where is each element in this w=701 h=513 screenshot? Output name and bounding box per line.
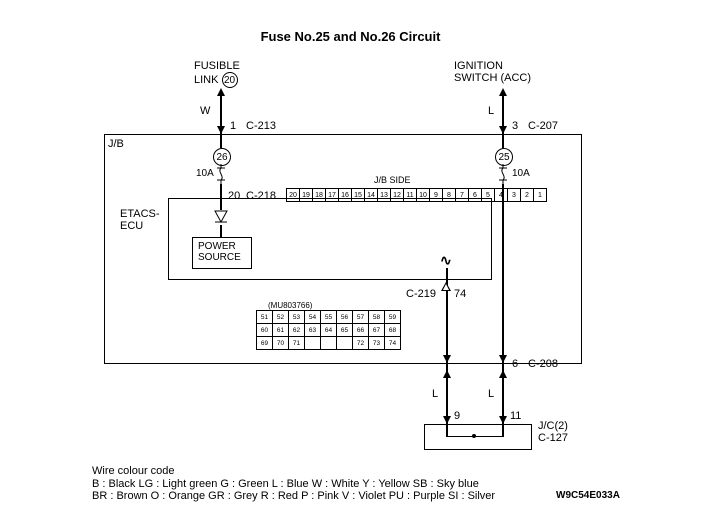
c207-pin: 3 bbox=[512, 120, 518, 132]
connector-pin: 53 bbox=[289, 311, 305, 324]
jb-side-label: J/B SIDE bbox=[374, 176, 411, 186]
connector-pin: 52 bbox=[273, 311, 289, 324]
wire-segment bbox=[220, 198, 222, 210]
c208-pin: 6 bbox=[512, 358, 518, 370]
arrow-up-icon bbox=[217, 88, 225, 96]
connector-pin: 70 bbox=[273, 337, 289, 349]
doc-id: W9C54E033A bbox=[556, 490, 620, 501]
wire-color-l: L bbox=[488, 105, 494, 117]
connector-pin: 64 bbox=[321, 324, 337, 337]
c127-pin11: 11 bbox=[510, 410, 521, 422]
connector-pin: 62 bbox=[289, 324, 305, 337]
wire-segment bbox=[220, 134, 222, 148]
c219-pin: 74 bbox=[454, 288, 466, 300]
wire-segment bbox=[220, 184, 222, 198]
c219-label: C-219 bbox=[406, 288, 436, 300]
connector-pin: 59 bbox=[385, 311, 400, 324]
connector-pin: 57 bbox=[353, 311, 369, 324]
connector-pin bbox=[305, 337, 321, 349]
arrow-down-icon bbox=[217, 126, 225, 134]
fusible-link-line1: FUSIBLE bbox=[194, 60, 240, 72]
arrow-down-icon bbox=[499, 416, 507, 424]
connector-pin: 58 bbox=[369, 311, 385, 324]
connector-pin: 66 bbox=[353, 324, 369, 337]
c127-pin9: 9 bbox=[454, 410, 460, 422]
fuse25-rating: 10A bbox=[512, 168, 530, 179]
etacs-ecu-label: ETACS- ECU bbox=[120, 208, 160, 232]
fusible-link-line2: LINK 20 bbox=[194, 72, 238, 88]
connector-pin: 73 bbox=[369, 337, 385, 349]
c207-label: C-207 bbox=[528, 120, 558, 132]
arrow-down-icon bbox=[443, 416, 451, 424]
connector-pin: 60 bbox=[257, 324, 273, 337]
jc-box bbox=[424, 424, 532, 450]
wire-segment bbox=[502, 424, 504, 436]
wire-segment bbox=[502, 134, 504, 148]
signal-symbol: ∿ bbox=[440, 252, 452, 269]
wire-color-w: W bbox=[200, 105, 210, 117]
jc-label2: C-127 bbox=[538, 432, 568, 444]
connector-pin: 1 bbox=[534, 189, 546, 201]
connector-pin bbox=[337, 337, 353, 349]
wire-color-l3: L bbox=[488, 388, 494, 400]
jb-label: J/B bbox=[108, 138, 124, 150]
connector-pin: 72 bbox=[353, 337, 369, 349]
arrow-up-icon bbox=[443, 370, 451, 378]
fuse26-rating: 10A bbox=[196, 168, 214, 179]
connector-pin: 2 bbox=[521, 189, 534, 201]
connector-grid: 515253545556575859 606162636465666768 6970… bbox=[256, 310, 401, 350]
wire-segment bbox=[220, 225, 222, 237]
ignition-line2: SWITCH (ACC) bbox=[454, 72, 531, 84]
connector-pin: 68 bbox=[385, 324, 400, 337]
arrow-up-icon bbox=[499, 370, 507, 378]
c213-pin: 1 bbox=[230, 120, 236, 132]
connector-pin: 65 bbox=[337, 324, 353, 337]
legend-row2: BR : Brown O : Orange GR : Grey R : Red … bbox=[92, 490, 495, 502]
connector-pin: 69 bbox=[257, 337, 273, 349]
connector-pin: 55 bbox=[321, 311, 337, 324]
connector-pin: 71 bbox=[289, 337, 305, 349]
legend-title: Wire colour code bbox=[92, 465, 175, 477]
c208-label: C-208 bbox=[528, 358, 558, 370]
junction-dot bbox=[472, 434, 476, 438]
ignition-line1: IGNITION bbox=[454, 60, 503, 72]
fusible-link-num: 20 bbox=[222, 72, 238, 88]
connector-pin bbox=[321, 337, 337, 349]
connector-pin: 67 bbox=[369, 324, 385, 337]
jc-label1: J/C(2) bbox=[538, 420, 568, 432]
arrow-up-icon bbox=[499, 88, 507, 96]
connector-pin: 63 bbox=[305, 324, 321, 337]
connector-pin: 4 bbox=[495, 189, 508, 201]
connector-pin: 61 bbox=[273, 324, 289, 337]
connector-pin: 54 bbox=[305, 311, 321, 324]
wiring-diagram: Fuse No.25 and No.26 Circuit FUSIBLE LIN… bbox=[0, 0, 701, 513]
diagram-title: Fuse No.25 and No.26 Circuit bbox=[0, 30, 701, 44]
connector-pin: 3 bbox=[508, 189, 521, 201]
connector-pin: 56 bbox=[337, 311, 353, 324]
wire-segment bbox=[446, 424, 448, 436]
arrow-down-icon bbox=[499, 126, 507, 134]
legend-row1: B : Black LG : Light green G : Green L :… bbox=[92, 478, 479, 490]
wire-segment bbox=[502, 184, 504, 362]
wire-segment bbox=[446, 290, 448, 362]
connector-pin: 51 bbox=[257, 311, 273, 324]
wire-color-l2: L bbox=[432, 388, 438, 400]
power-source-label: POWER SOURCE bbox=[198, 241, 241, 263]
connector-pin: 74 bbox=[385, 337, 400, 349]
c213-label: C-213 bbox=[246, 120, 276, 132]
